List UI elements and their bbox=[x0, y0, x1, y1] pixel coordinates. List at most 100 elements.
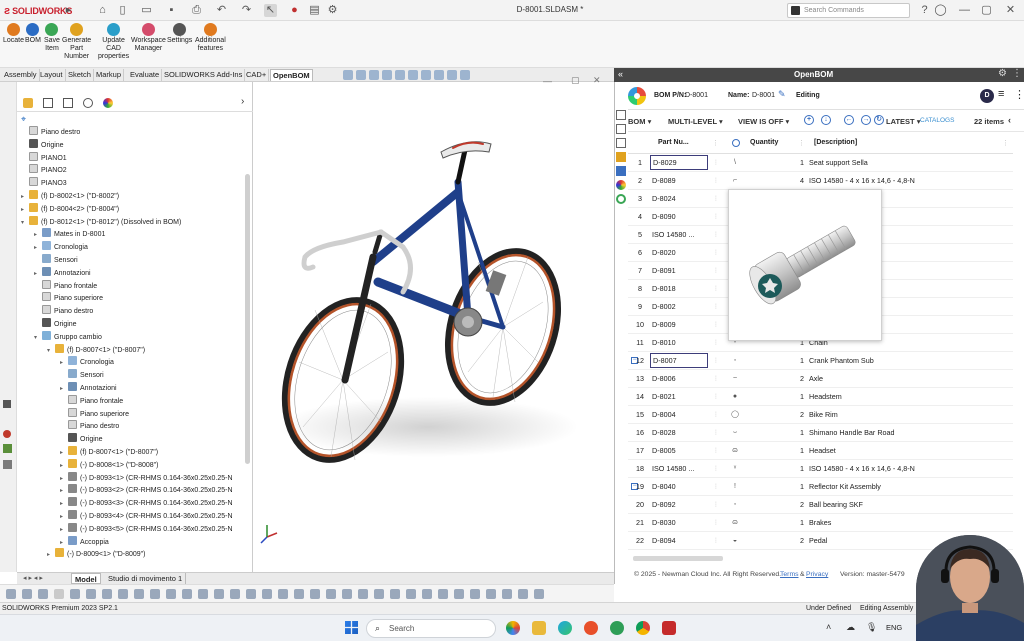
row-handle-icon[interactable]: ⋮ bbox=[713, 190, 719, 208]
cmd-button-4[interactable]: Update CAD properties bbox=[98, 23, 129, 61]
quantity-cell[interactable]: 2 bbox=[742, 406, 804, 424]
tree-node[interactable]: Piano destro bbox=[34, 305, 93, 317]
description-cell[interactable]: Headset bbox=[809, 442, 1019, 460]
appearance-icon[interactable] bbox=[434, 70, 444, 80]
collapsed-arrow-icon[interactable]: ▸ bbox=[60, 460, 68, 472]
restore-icon[interactable]: ▢ bbox=[980, 4, 993, 17]
selection-filter-icon[interactable] bbox=[294, 589, 304, 599]
cmd-button-6[interactable]: Settings bbox=[167, 23, 192, 45]
tree-node[interactable]: ▸ (-) D-8093<4> (CR-RHMS 0.164-36x0.25x0.… bbox=[60, 510, 233, 522]
table-row[interactable]: −12 D-8007 ⋮ ◦ 1 Crank Phantom Sub bbox=[628, 352, 1013, 370]
part-thumbnail-icon[interactable]: ~ bbox=[728, 370, 742, 388]
openbom-app-icon[interactable] bbox=[610, 621, 624, 635]
selection-filter-icon[interactable] bbox=[262, 589, 272, 599]
tab-layout[interactable]: Layout bbox=[38, 69, 66, 81]
table-row[interactable]: 16 D-8028 ⋮ ⌣ 1 Shimano Handle Bar Road bbox=[628, 424, 1013, 442]
tree-node[interactable]: Piano superiore bbox=[34, 292, 103, 304]
back-icon[interactable]: ← bbox=[844, 115, 854, 125]
table-row[interactable]: 2 D-8089 ⋮ ⌐ 4 ISO 14580 - 4 x 16 x 14,6 - 4,… bbox=[628, 172, 1013, 190]
selection-filter-icon[interactable] bbox=[182, 589, 192, 599]
description-cell[interactable]: Ball bearing SKF bbox=[809, 496, 1019, 514]
part-number-cell[interactable]: ISO 14580 ... bbox=[650, 226, 708, 244]
chrome-icon[interactable] bbox=[636, 621, 650, 635]
collapsed-arrow-icon[interactable]: ▸ bbox=[60, 383, 68, 395]
col-description[interactable]: [Description] bbox=[814, 139, 857, 146]
collapsed-arrow-icon[interactable]: ▸ bbox=[47, 549, 55, 561]
part-number-cell[interactable]: D-8020 bbox=[650, 244, 708, 262]
row-handle-icon[interactable]: ⋮ bbox=[713, 172, 719, 190]
view-dropdown[interactable]: VIEW IS OFF ▾ bbox=[738, 117, 789, 126]
quantity-cell[interactable]: 1 bbox=[742, 442, 804, 460]
tab-markup[interactable]: Markup bbox=[94, 69, 125, 81]
part-number-cell[interactable]: D-8090 bbox=[650, 208, 708, 226]
description-cell[interactable]: Seat support Sella bbox=[809, 154, 1019, 172]
col-thumbnail-icon[interactable] bbox=[732, 139, 740, 147]
selection-filter-icon[interactable] bbox=[22, 589, 32, 599]
tree-node[interactable]: ▸ Annotazioni bbox=[34, 266, 91, 279]
user-icon[interactable]: ◯ bbox=[934, 4, 947, 17]
terms-link[interactable]: Terms bbox=[780, 568, 799, 582]
forward-icon[interactable]: → bbox=[861, 115, 871, 125]
search-commands-input[interactable]: Search Commands bbox=[787, 3, 910, 18]
row-handle-icon[interactable]: ⋮ bbox=[713, 478, 719, 496]
download-icon[interactable]: ↓ bbox=[821, 115, 831, 125]
save-icon[interactable]: ▪ bbox=[165, 4, 178, 17]
selection-filter-icon[interactable] bbox=[278, 589, 288, 599]
row-handle-icon[interactable]: ⋮ bbox=[713, 226, 719, 244]
row-handle-icon[interactable]: ⋮ bbox=[713, 424, 719, 442]
row-handle-icon[interactable]: ⋮ bbox=[713, 316, 719, 334]
tree-node[interactable]: ▸ (-) D-8093<3> (CR-RHMS 0.164-36x0.25x0.… bbox=[60, 497, 233, 509]
part-number-cell[interactable]: D-8006 bbox=[650, 370, 708, 388]
description-cell[interactable]: Reflector Kit Assembly bbox=[809, 478, 1019, 496]
options-icon[interactable]: ▤ bbox=[308, 4, 321, 17]
cmd-button-1[interactable]: BOM bbox=[25, 23, 41, 45]
selection-filter-icon[interactable] bbox=[358, 589, 368, 599]
part-number-cell[interactable]: D-8091 bbox=[650, 262, 708, 280]
tree-node[interactable]: ▸ (-) D-8093<5> (CR-RHMS 0.164-36x0.25x0.… bbox=[60, 522, 233, 535]
row-handle-icon[interactable]: ⋮ bbox=[713, 154, 719, 172]
chevron-right-icon[interactable]: › bbox=[241, 96, 244, 107]
part-number-cell[interactable]: D-8018 bbox=[650, 280, 708, 298]
selection-filter-icon[interactable] bbox=[198, 589, 208, 599]
graphics-viewport[interactable]: — ▢ ✕ bbox=[253, 75, 614, 572]
microphone-icon[interactable]: 🎙 bbox=[866, 622, 877, 633]
part-number-cell[interactable]: D-8094 bbox=[650, 532, 708, 550]
tree-node[interactable]: PIANO2 bbox=[21, 164, 67, 176]
viewport-restore-icon[interactable]: ▢ bbox=[571, 75, 580, 86]
row-handle-icon[interactable]: ⋮ bbox=[713, 460, 719, 478]
selection-filter-icon[interactable] bbox=[374, 589, 384, 599]
part-number-cell[interactable]: D-8092 bbox=[650, 496, 708, 514]
selection-filter-icon[interactable] bbox=[38, 589, 48, 599]
document-icon[interactable] bbox=[616, 138, 626, 148]
bom-horizontal-scrollbar[interactable] bbox=[633, 556, 723, 561]
col-qty-filter-icon[interactable]: ⋮ bbox=[798, 139, 805, 147]
table-row[interactable]: −19 D-8040 ⋮! 1 Reflector Kit Assembly bbox=[628, 478, 1013, 496]
quantity-cell[interactable]: 2 bbox=[742, 532, 804, 550]
record-icon[interactable] bbox=[3, 430, 11, 438]
tab-motion-study[interactable]: Studio di movimento 1 bbox=[105, 573, 187, 584]
tree-node[interactable]: ▸ (-) D-8008<1> ("D-8008") bbox=[60, 458, 159, 472]
row-handle-icon[interactable]: ⋮ bbox=[713, 514, 719, 532]
part-number-cell[interactable]: D-8009 bbox=[650, 316, 708, 334]
part-thumbnail-icon[interactable]: ᵛ bbox=[728, 460, 742, 478]
selection-filter-icon[interactable] bbox=[470, 589, 480, 599]
selection-filter-icon[interactable] bbox=[534, 589, 544, 599]
panel-more-icon[interactable]: ⋮ bbox=[1012, 68, 1022, 79]
tree-node[interactable]: Piano superiore bbox=[60, 407, 129, 420]
quantity-cell[interactable]: 1 bbox=[742, 154, 804, 172]
collapsed-arrow-icon[interactable]: ▸ bbox=[60, 357, 68, 369]
hamburger-menu-icon[interactable]: ≡ bbox=[998, 88, 1004, 100]
chevron-up-icon[interactable]: ˄ bbox=[826, 622, 831, 632]
tree-node[interactable]: ▾ (f) D-8012<1> ("D-8012") (Dissolved in … bbox=[21, 215, 181, 228]
view-orientation-icon[interactable] bbox=[395, 70, 405, 80]
display-style-icon[interactable] bbox=[408, 70, 418, 80]
selection-filter-icon[interactable] bbox=[230, 589, 240, 599]
tree-node[interactable]: ▸ Accoppia bbox=[60, 535, 109, 548]
part-thumbnail-icon[interactable]: \ bbox=[728, 154, 742, 172]
description-cell[interactable]: Bike Rim bbox=[809, 406, 1019, 424]
selection-filter-icon[interactable] bbox=[454, 589, 464, 599]
part-number-cell[interactable]: D-8089 bbox=[650, 172, 708, 190]
quantity-cell[interactable]: 1 bbox=[742, 424, 804, 442]
macro-edit-icon[interactable] bbox=[3, 460, 12, 469]
tree-node[interactable]: Sensori bbox=[34, 254, 78, 266]
